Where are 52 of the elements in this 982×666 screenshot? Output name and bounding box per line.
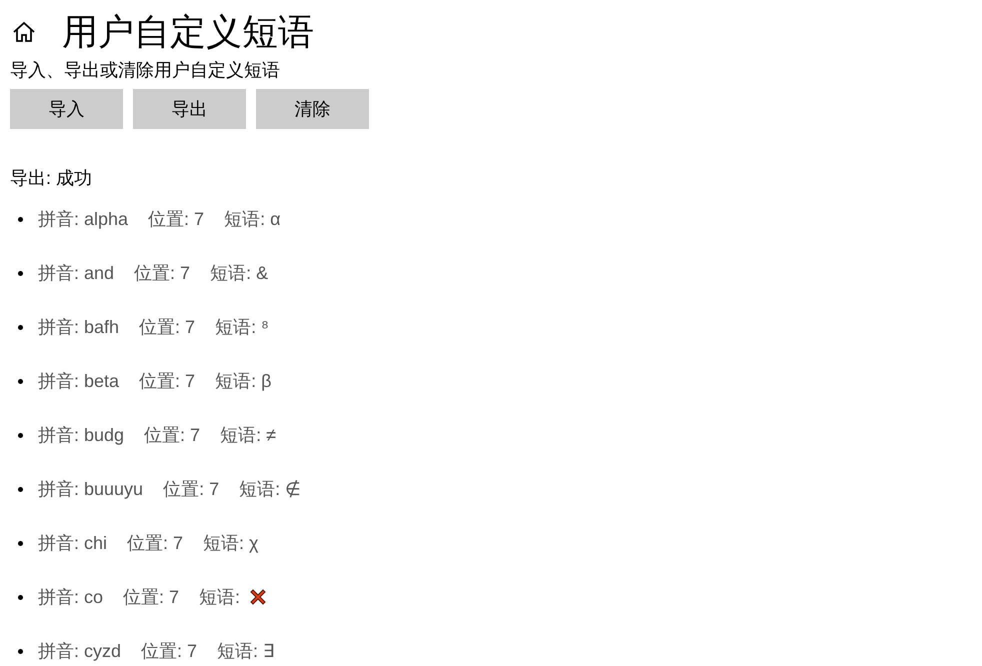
phrase-label: 短语:	[199, 586, 240, 608]
pinyin-text: 拼音: buuuyu	[38, 478, 144, 501]
status-text: 导出: 成功	[10, 167, 92, 190]
position-text: 位置: 7	[141, 640, 198, 662]
phrase-text: ⁸	[261, 316, 269, 338]
action-button[interactable]: 清除	[256, 89, 369, 129]
bullet-icon	[18, 378, 23, 384]
position-text: 位置: 7	[127, 532, 184, 554]
page-subtitle: 导入、导出或清除用户自定义短语	[10, 59, 280, 82]
pinyin-text: 拼音: and	[38, 262, 114, 284]
phrase-text: ≠	[266, 424, 276, 446]
bullet-icon	[18, 432, 23, 438]
bullet-icon	[18, 216, 23, 222]
pinyin-text: 拼音: beta	[38, 370, 120, 392]
bullet-icon	[18, 594, 23, 600]
phrase-label: 短语:	[215, 316, 256, 338]
action-button[interactable]: 导入	[10, 89, 123, 129]
phrase-label: 短语:	[239, 478, 280, 500]
phrase-label: 短语:	[224, 208, 266, 230]
phrase-text: ∉	[285, 478, 302, 500]
page-title: 用户自定义短语	[62, 14, 314, 50]
position-text: 位置: 7	[134, 262, 190, 284]
phrase-label: 短语:	[203, 532, 244, 554]
phrase-label: 短语:	[215, 370, 256, 392]
bullet-icon	[18, 540, 23, 546]
bullet-icon	[18, 324, 23, 330]
action-button[interactable]: 导出	[133, 89, 246, 129]
cross-mark-icon	[248, 587, 268, 607]
phrase-text: ∃	[263, 640, 274, 662]
pinyin-text: 拼音: alpha	[38, 208, 128, 231]
bullet-icon	[18, 270, 23, 276]
bullet-icon	[18, 648, 23, 654]
position-text: 位置: 7	[163, 478, 220, 500]
phrase-label: 短语:	[220, 424, 262, 446]
pinyin-text: 拼音: cyzd	[38, 640, 122, 663]
position-text: 位置: 7	[139, 316, 196, 338]
position-text: 位置: 7	[144, 424, 200, 446]
position-text: 位置: 7	[139, 370, 196, 392]
phrase-label: 短语:	[210, 262, 252, 284]
position-text: 位置: 7	[148, 208, 204, 230]
phrase-text: χ	[249, 532, 258, 555]
position-text: 位置: 7	[123, 586, 180, 608]
home-icon[interactable]	[12, 20, 36, 44]
pinyin-text: 拼音: chi	[38, 532, 108, 554]
phrase-text: α	[270, 208, 280, 230]
pinyin-text: 拼音: co	[38, 586, 104, 608]
phrase-label: 短语:	[217, 640, 258, 662]
pinyin-text: 拼音: budg	[38, 424, 124, 447]
phrase-text: β	[261, 370, 272, 393]
bullet-icon	[18, 486, 23, 492]
phrase-text: &	[256, 262, 268, 284]
pinyin-text: 拼音: bafh	[38, 316, 120, 338]
